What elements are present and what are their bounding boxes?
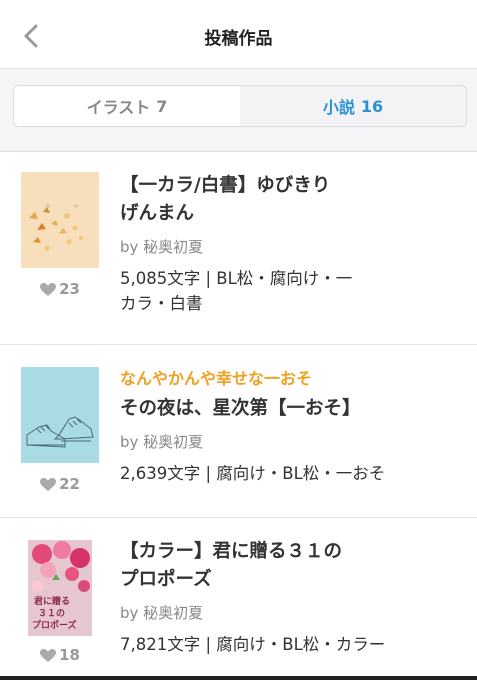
segmented-control: イラスト 7 小説 16	[13, 85, 467, 127]
work-title-line: プロポーズ	[120, 569, 212, 590]
cover-text: ３１の	[38, 608, 65, 619]
like-count-value: 18	[59, 646, 80, 664]
heart-icon	[40, 477, 57, 491]
tab-bar: イラスト 7 小説 16	[0, 69, 477, 152]
tab-label: イラスト	[86, 98, 151, 117]
work-title-line: その夜は、星次第【一おそ】	[120, 398, 361, 419]
bottom-edge	[0, 676, 477, 680]
work-meta: 2,639文字 | 腐向け・BL松・一おそ	[120, 464, 386, 483]
page-title: 投稿作品	[204, 29, 273, 49]
like-count: 18	[21, 646, 99, 664]
like-count-value: 23	[59, 280, 80, 298]
author-name[interactable]: by 秘奥初夏	[120, 236, 457, 257]
like-count: 22	[21, 475, 99, 493]
tab-illustrations[interactable]: イラスト 7	[14, 86, 240, 126]
work-info: 【カラー】君に贈る３１の プロポーズ by 秘奥初夏 7,821文字 | 腐向け…	[120, 538, 457, 657]
cover-text: プロポーズ	[32, 619, 77, 631]
work-meta: カラ・白書	[120, 294, 203, 313]
work-list-item[interactable]: 23 【一カラ/白書】ゆびきり げんまん by 秘奥初夏 5,085文字 | B…	[0, 152, 477, 345]
work-title-line: 【一カラ/白書】ゆびきり	[120, 175, 331, 196]
heart-icon	[40, 282, 57, 296]
tab-label: 小説	[322, 98, 355, 117]
like-count: 23	[21, 280, 99, 298]
cover-thumbnail[interactable]: 君に贈る ３１の プロポーズ	[28, 540, 92, 636]
cover-art: 君に贈る ３１の プロポーズ	[28, 540, 92, 636]
tab-count: 7	[156, 96, 168, 116]
tab-novels[interactable]: 小説 16	[240, 86, 466, 126]
nav-header: 投稿作品	[0, 0, 477, 69]
work-meta: 5,085文字 | BL松・腐向け・一	[120, 269, 353, 288]
cover-text: 君に贈る	[34, 595, 70, 607]
author-name[interactable]: by 秘奥初夏	[120, 602, 457, 623]
work-meta: 7,821文字 | 腐向け・BL松・カラー	[120, 635, 386, 654]
tab-count: 16	[360, 96, 384, 116]
work-title-line: 【カラー】君に贈る３１の	[120, 541, 343, 562]
author-name[interactable]: by 秘奥初夏	[120, 431, 457, 452]
like-count-value: 22	[59, 475, 80, 493]
cover-thumbnail[interactable]	[21, 367, 99, 463]
series-title[interactable]: なんやかんや幸せな一おそ	[120, 365, 457, 389]
heart-icon	[40, 648, 57, 662]
work-info: なんやかんや幸せな一おそ その夜は、星次第【一おそ】 by 秘奥初夏 2,639…	[120, 365, 457, 486]
work-title-line: げんまん	[120, 203, 195, 224]
work-list-item[interactable]: 君に贈る ３１の プロポーズ 18 【カラー】君に贈る３１の プロポーズ by …	[0, 518, 477, 680]
cover-thumbnail[interactable]	[21, 172, 99, 268]
work-list-item[interactable]: 22 なんやかんや幸せな一おそ その夜は、星次第【一おそ】 by 秘奥初夏 2,…	[0, 345, 477, 518]
work-info: 【一カラ/白書】ゆびきり げんまん by 秘奥初夏 5,085文字 | BL松・…	[120, 172, 457, 316]
